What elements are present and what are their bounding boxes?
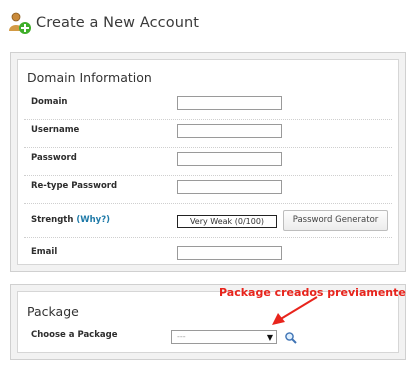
domain-label: Domain xyxy=(31,97,68,107)
username-input[interactable] xyxy=(177,124,282,138)
package-select[interactable]: --- ▼ xyxy=(171,330,277,344)
domain-input[interactable] xyxy=(177,96,282,110)
email-input[interactable] xyxy=(177,246,282,260)
magnifier-icon[interactable] xyxy=(284,330,298,344)
password-generator-button[interactable]: Password Generator xyxy=(283,210,388,231)
retype-password-input[interactable] xyxy=(177,180,282,194)
domain-information-panel: Domain Information Domain Username Passw… xyxy=(10,52,406,272)
chevron-down-icon: ▼ xyxy=(266,333,273,342)
username-label: Username xyxy=(31,125,80,135)
retype-password-row: Re-type Password xyxy=(24,175,392,204)
password-row: Password xyxy=(24,147,392,176)
email-row: Email xyxy=(24,241,392,269)
domain-row: Domain xyxy=(24,91,392,120)
domain-information-inner: Domain Information Domain Username Passw… xyxy=(17,59,399,265)
package-select-value: --- xyxy=(177,332,186,341)
annotation-text: Package creados previamente xyxy=(219,286,406,299)
page-title: Create a New Account xyxy=(36,15,200,31)
username-row: Username xyxy=(24,119,392,148)
why-link[interactable]: (Why?) xyxy=(76,215,110,225)
strength-row: Strength (Why?) Very Weak (0/100) Passwo… xyxy=(24,207,392,238)
password-strength-meter: Very Weak (0/100) xyxy=(177,215,277,228)
password-label: Password xyxy=(31,153,77,163)
email-label: Email xyxy=(31,247,58,257)
strength-label: Strength (Why?) xyxy=(31,215,110,225)
password-input[interactable] xyxy=(177,152,282,166)
package-section-title: Package xyxy=(27,304,79,319)
page-header: Create a New Account xyxy=(8,10,199,36)
retype-password-label: Re-type Password xyxy=(31,181,118,191)
domain-section-title: Domain Information xyxy=(27,70,152,85)
choose-package-label: Choose a Package xyxy=(31,330,118,340)
strength-label-text: Strength xyxy=(31,215,74,225)
add-user-icon xyxy=(8,11,32,35)
